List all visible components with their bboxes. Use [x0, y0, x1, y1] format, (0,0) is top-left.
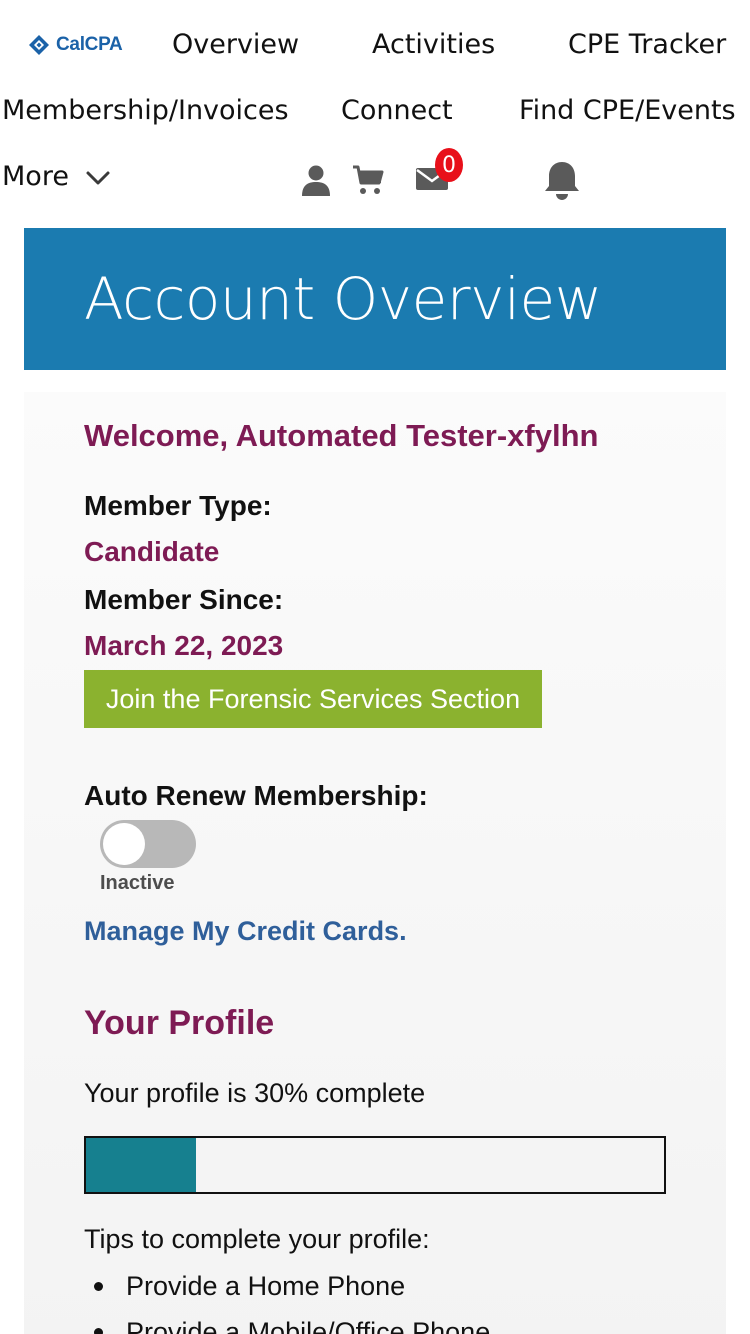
nav-connect[interactable]: Connect — [341, 97, 453, 124]
member-type-value: Candidate — [84, 536, 220, 567]
manage-credit-cards-link[interactable]: Manage My Credit Cards. — [84, 916, 407, 947]
nav-membership-invoices[interactable]: Membership/Invoices — [2, 97, 289, 124]
mail-count-badge: 0 — [435, 148, 463, 182]
auto-renew-toggle[interactable] — [100, 820, 196, 868]
profile-tips-list: Provide a Home Phone Provide a Mobile/Off… — [84, 1266, 490, 1334]
member-since-value: March 22, 2023 — [84, 630, 284, 661]
profile-progress-fill — [86, 1138, 196, 1192]
your-profile-heading: Your Profile — [84, 1004, 275, 1042]
profile-tip-item: Provide a Mobile/Office Phone — [84, 1312, 490, 1334]
profile-tips-heading: Tips to complete your profile: — [84, 1224, 430, 1254]
nav-cpe-tracker[interactable]: CPE Tracker — [568, 31, 726, 58]
welcome-heading: Welcome, Automated Tester-xfylhn — [84, 418, 599, 453]
page: CalCPA Overview Activities CPE Tracker M… — [0, 0, 750, 1334]
profile-progress-bar — [84, 1136, 666, 1194]
auto-renew-label: Auto Renew Membership: — [84, 780, 428, 811]
logo-text: CalCPA — [56, 34, 123, 55]
bell-icon[interactable] — [543, 160, 581, 200]
account-overview-banner: Account Overview — [24, 228, 726, 370]
profile-completion-text: Your profile is 30% complete — [84, 1078, 426, 1108]
account-card: Welcome, Automated Tester-xfylhn Member … — [24, 392, 726, 1334]
nav-activities[interactable]: Activities — [372, 31, 495, 58]
calcpa-logo-mark-icon — [29, 35, 49, 55]
member-type-label: Member Type: — [84, 490, 272, 521]
chevron-down-icon[interactable] — [84, 168, 112, 188]
join-forensic-section-button[interactable]: Join the Forensic Services Section — [84, 670, 542, 728]
auto-renew-status: Inactive — [100, 872, 175, 894]
nav-overview[interactable]: Overview — [172, 31, 299, 58]
nav-more[interactable]: More — [2, 163, 69, 190]
user-icon[interactable] — [300, 164, 332, 196]
cart-icon[interactable] — [352, 164, 384, 196]
nav-find-cpe-events[interactable]: Find CPE/Events — [519, 97, 736, 124]
member-since-label: Member Since: — [84, 584, 284, 615]
page-title: Account Overview — [84, 265, 602, 333]
calcpa-logo[interactable]: CalCPA — [28, 34, 123, 56]
profile-tip-item: Provide a Home Phone — [84, 1266, 490, 1312]
toggle-knob — [103, 823, 145, 865]
